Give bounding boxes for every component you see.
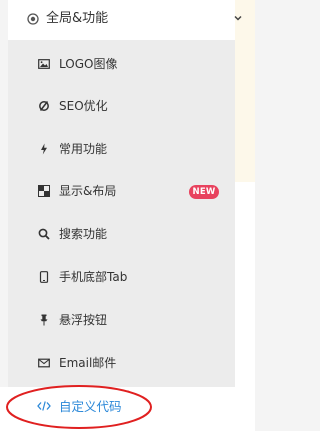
menu-item-label: LOGO图像	[59, 57, 118, 71]
menu-item-label: Email邮件	[59, 356, 117, 370]
menu-item-floating-button[interactable]: 悬浮按钮	[8, 300, 235, 342]
mail-icon	[38, 358, 50, 368]
menu-item-email[interactable]: Email邮件	[8, 343, 235, 385]
menu-item-custom-code[interactable]: 自定义代码	[30, 395, 150, 419]
menu-item-mobile-tab[interactable]: 手机底部Tab	[8, 257, 235, 299]
lightning-icon	[41, 143, 47, 155]
content-panel	[235, 182, 255, 431]
menu-item-common-functions[interactable]: 常用功能	[8, 129, 235, 171]
image-icon	[38, 59, 50, 69]
chevron-down-icon[interactable]	[233, 13, 243, 23]
menu-item-label: 显示&布局	[59, 184, 117, 198]
menu-item-label: 常用功能	[59, 142, 108, 156]
menu-item-label: 悬浮按钮	[59, 313, 108, 327]
radio-target-icon	[27, 13, 39, 25]
mobile-icon	[39, 271, 49, 283]
seo-icon	[39, 101, 49, 111]
pin-icon	[40, 314, 48, 326]
menu-item-display-layout[interactable]: 显示&布局 NEW	[8, 171, 235, 213]
menu-group-label: 全局&功能	[46, 11, 109, 26]
code-icon	[37, 401, 51, 411]
menu-item-label: 搜索功能	[59, 227, 108, 241]
layout-grid-icon	[38, 185, 50, 197]
menu-item-seo[interactable]: SEO优化	[8, 86, 235, 128]
menu-item-search[interactable]: 搜索功能	[8, 214, 235, 256]
menu-item-logo[interactable]: LOGO图像	[8, 44, 235, 86]
search-icon	[38, 228, 50, 240]
menu-item-label: 自定义代码	[59, 399, 122, 414]
new-badge: NEW	[189, 185, 219, 199]
menu-group-global-functions[interactable]: 全局&功能	[8, 0, 242, 40]
settings-sidebar-screenshot: 全局&功能 LOGO图像 SEO优化 常用功能 显示&布局 NEW 搜索功能 手…	[0, 0, 255, 431]
menu-item-label: 手机底部Tab	[59, 270, 128, 284]
content-panel-notice	[235, 0, 255, 182]
menu-item-label: SEO优化	[59, 99, 108, 113]
